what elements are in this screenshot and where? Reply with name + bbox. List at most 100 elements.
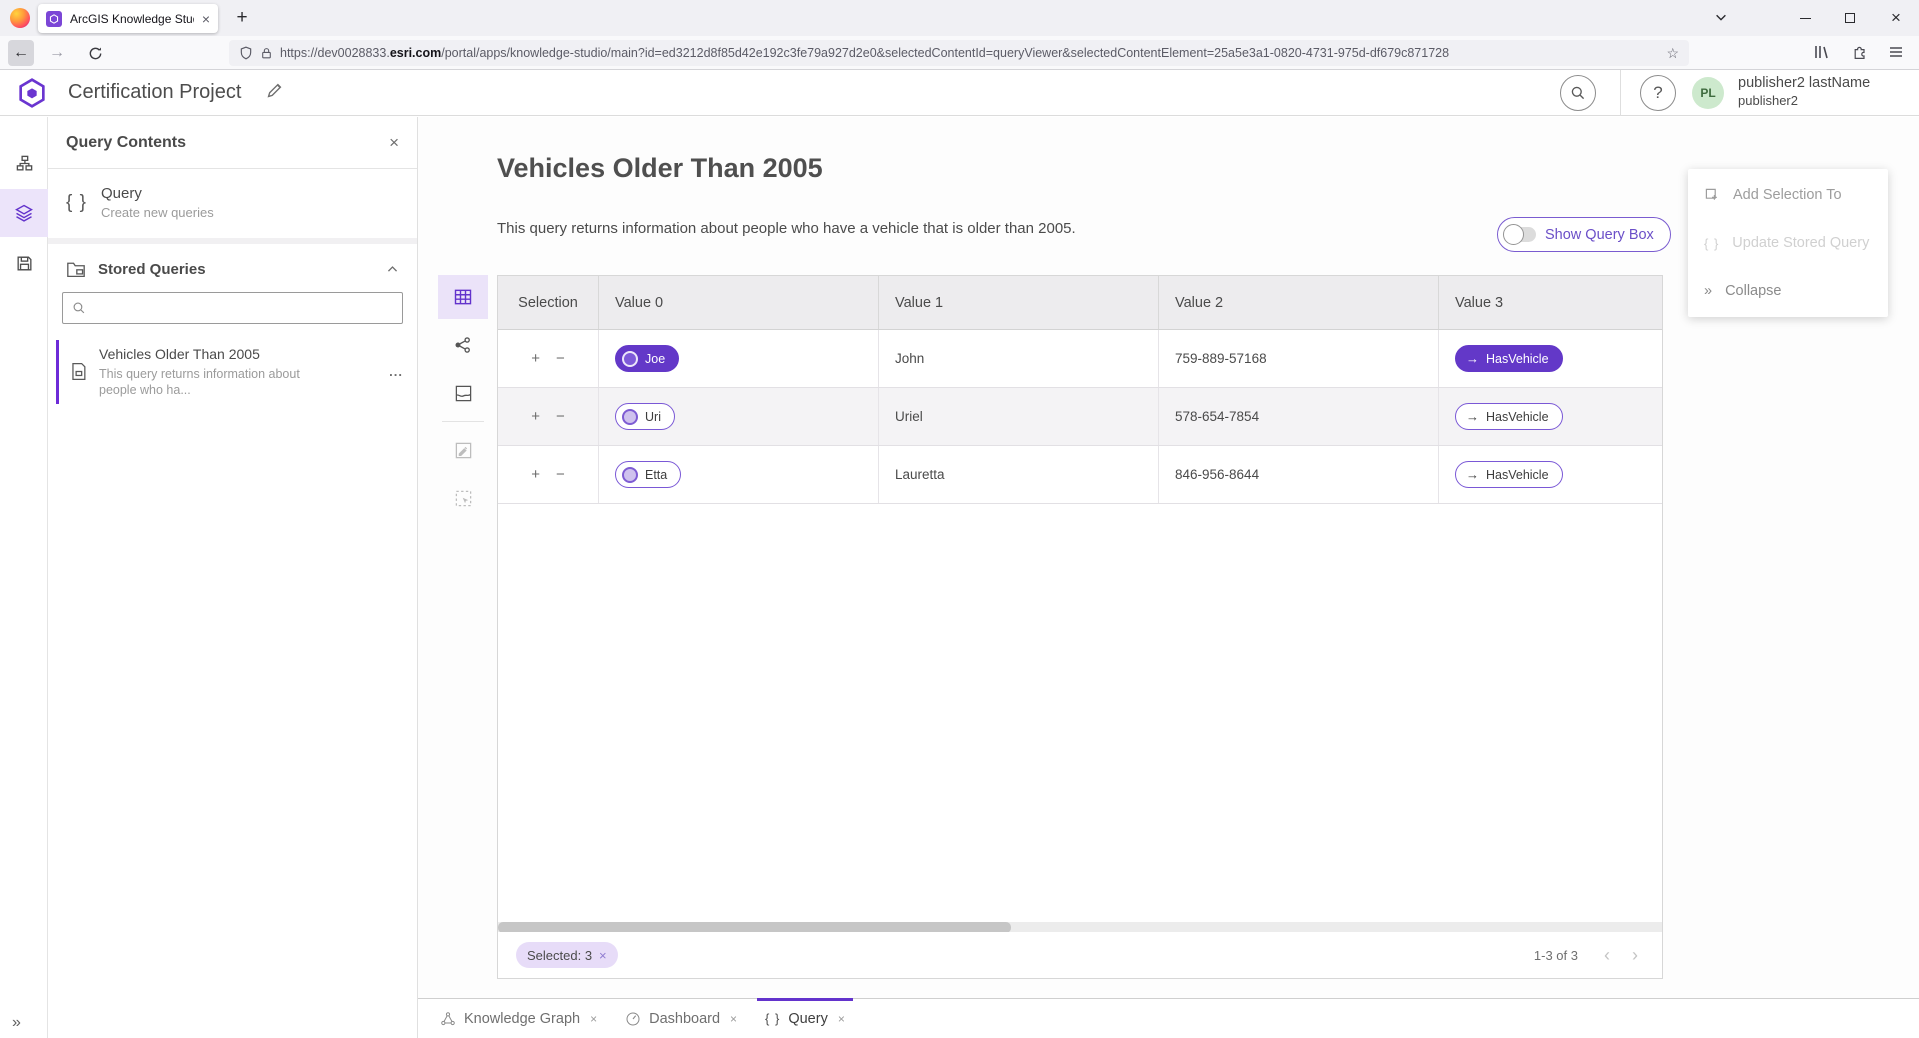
- toggle-knob[interactable]: [1503, 224, 1524, 245]
- screen: ArcGIS Knowledge Studio × + × ← → https:…: [0, 0, 1919, 1038]
- tab-dashboard[interactable]: Dashboard ×: [611, 999, 751, 1038]
- user-alias: publisher2: [1738, 92, 1870, 109]
- library-icon[interactable]: [1814, 44, 1830, 60]
- selection-tool-icon[interactable]: [438, 476, 488, 520]
- entity-cell: Etta: [599, 446, 879, 503]
- table-footer: Selected: 3 × 1-3 of 3 ‹ ›: [498, 932, 1662, 978]
- braces-icon: { }: [765, 1011, 780, 1026]
- url-bar[interactable]: https://dev0028833.esri.com/portal/apps/…: [229, 40, 1689, 66]
- sitemap-icon[interactable]: [0, 139, 48, 187]
- previous-page-icon[interactable]: ‹: [1604, 945, 1610, 966]
- window-close-button[interactable]: ×: [1873, 0, 1919, 36]
- panel-header: Query Contents ×: [48, 117, 417, 169]
- stored-queries-header[interactable]: Stored Queries: [48, 244, 417, 288]
- bookmark-star-icon[interactable]: ☆: [1666, 45, 1679, 62]
- entity-pill[interactable]: Joe: [615, 345, 679, 372]
- column-header-value3[interactable]: Value 3: [1439, 276, 1662, 329]
- menu-item-add-selection-to[interactable]: Add Selection To: [1688, 171, 1888, 219]
- save-icon[interactable]: [0, 239, 48, 287]
- window-maximize-button[interactable]: [1827, 0, 1873, 36]
- user-avatar[interactable]: PL: [1692, 77, 1724, 109]
- new-tab-button[interactable]: +: [230, 6, 254, 30]
- entity-node-icon: [622, 467, 638, 483]
- selected-count-chip[interactable]: Selected: 3 ×: [516, 942, 618, 968]
- stored-queries-search[interactable]: [62, 292, 403, 324]
- project-title: Certification Project: [68, 81, 241, 104]
- value1-cell: John: [879, 330, 1159, 387]
- relationship-arrow-icon: →: [1466, 351, 1479, 366]
- stored-query-item[interactable]: Vehicles Older Than 2005 This query retu…: [48, 334, 417, 410]
- entity-pill[interactable]: Uri: [615, 403, 675, 430]
- forward-button[interactable]: →: [44, 40, 70, 66]
- tab-close-icon[interactable]: ×: [202, 11, 210, 27]
- toggle-track[interactable]: [1506, 227, 1536, 242]
- menu-item-update-stored-query[interactable]: { } Update Stored Query: [1688, 219, 1888, 267]
- search-input[interactable]: [94, 301, 393, 316]
- collapse-section-chevron-icon[interactable]: [386, 263, 399, 276]
- relationship-cell: →HasVehicle: [1439, 446, 1662, 503]
- expand-rail-button[interactable]: »: [0, 1014, 48, 1032]
- tab-query[interactable]: { } Query ×: [751, 999, 859, 1038]
- bottom-tabbar: Knowledge Graph × Dashboard × { } Query …: [418, 998, 1919, 1038]
- tab-close-icon[interactable]: ×: [838, 1012, 845, 1026]
- user-menu[interactable]: publisher2 lastName publisher2: [1738, 75, 1870, 109]
- reload-button[interactable]: [82, 40, 108, 66]
- new-query-item[interactable]: { } Query Create new queries: [48, 169, 417, 244]
- table-view-icon[interactable]: [438, 275, 488, 319]
- layers-icon[interactable]: [0, 189, 48, 237]
- edit-title-pencil-icon[interactable]: [266, 82, 283, 99]
- show-query-box-toggle[interactable]: Show Query Box: [1497, 217, 1671, 252]
- back-button[interactable]: ←: [8, 40, 34, 66]
- tab-close-icon[interactable]: ×: [730, 1012, 737, 1026]
- relationship-pill[interactable]: →HasVehicle: [1455, 345, 1563, 372]
- relationship-arrow-icon: →: [1466, 467, 1479, 482]
- left-rail: »: [0, 117, 48, 1038]
- add-to-selection-icon[interactable]: +: [531, 466, 540, 483]
- braces-icon: { }: [1704, 236, 1719, 251]
- panel-close-icon[interactable]: ×: [389, 133, 399, 153]
- stored-query-title: Vehicles Older Than 2005: [99, 346, 309, 362]
- query-result-description: This query returns information about peo…: [497, 220, 1076, 237]
- map-view-icon[interactable]: [438, 371, 488, 415]
- double-chevron-icon: »: [1704, 283, 1712, 299]
- entity-cell: Uri: [599, 388, 879, 445]
- extensions-icon[interactable]: [1852, 44, 1868, 60]
- list-tabs-chevron-icon[interactable]: [1714, 10, 1728, 24]
- column-header-value2[interactable]: Value 2: [1159, 276, 1439, 329]
- column-header-value0[interactable]: Value 0: [599, 276, 879, 329]
- link-chart-view-icon[interactable]: [438, 323, 488, 367]
- shield-icon[interactable]: [239, 46, 253, 60]
- stored-query-document-icon: [70, 362, 87, 398]
- help-button[interactable]: ?: [1640, 75, 1676, 111]
- menu-item-collapse[interactable]: » Collapse: [1688, 267, 1888, 315]
- selected-count-label: Selected: 3: [527, 948, 592, 963]
- column-header-value1[interactable]: Value 1: [879, 276, 1159, 329]
- remove-from-selection-icon[interactable]: −: [556, 408, 565, 425]
- app-menu-icon[interactable]: [1888, 44, 1904, 60]
- value2-cell: 846-956-8644: [1159, 446, 1439, 503]
- clear-selection-icon[interactable]: ×: [599, 948, 607, 963]
- lock-icon[interactable]: [260, 47, 273, 60]
- next-page-icon[interactable]: ›: [1632, 945, 1638, 966]
- add-to-selection-icon[interactable]: +: [531, 350, 540, 367]
- selected-indicator: [56, 340, 59, 404]
- remove-from-selection-icon[interactable]: −: [556, 350, 565, 367]
- knowledge-studio-logo-icon: [16, 77, 48, 109]
- view-rail-divider: [442, 421, 484, 422]
- user-name: publisher2 lastName: [1738, 75, 1870, 92]
- entity-pill[interactable]: Etta: [615, 461, 681, 488]
- remove-from-selection-icon[interactable]: −: [556, 466, 565, 483]
- browser-tab[interactable]: ArcGIS Knowledge Studio ×: [38, 4, 218, 33]
- more-options-icon[interactable]: ...: [389, 364, 403, 398]
- search-button[interactable]: [1560, 75, 1596, 111]
- window-minimize-button[interactable]: [1782, 0, 1828, 36]
- tab-close-icon[interactable]: ×: [590, 1012, 597, 1026]
- add-to-map-icon[interactable]: [438, 428, 488, 472]
- relationship-pill[interactable]: →HasVehicle: [1455, 403, 1563, 430]
- add-to-selection-icon[interactable]: +: [531, 408, 540, 425]
- column-header-selection[interactable]: Selection: [498, 276, 599, 329]
- relationship-pill[interactable]: →HasVehicle: [1455, 461, 1563, 488]
- tab-knowledge-graph[interactable]: Knowledge Graph ×: [426, 999, 611, 1038]
- value2-cell: 759-889-57168: [1159, 330, 1439, 387]
- firefox-icon[interactable]: [10, 8, 30, 28]
